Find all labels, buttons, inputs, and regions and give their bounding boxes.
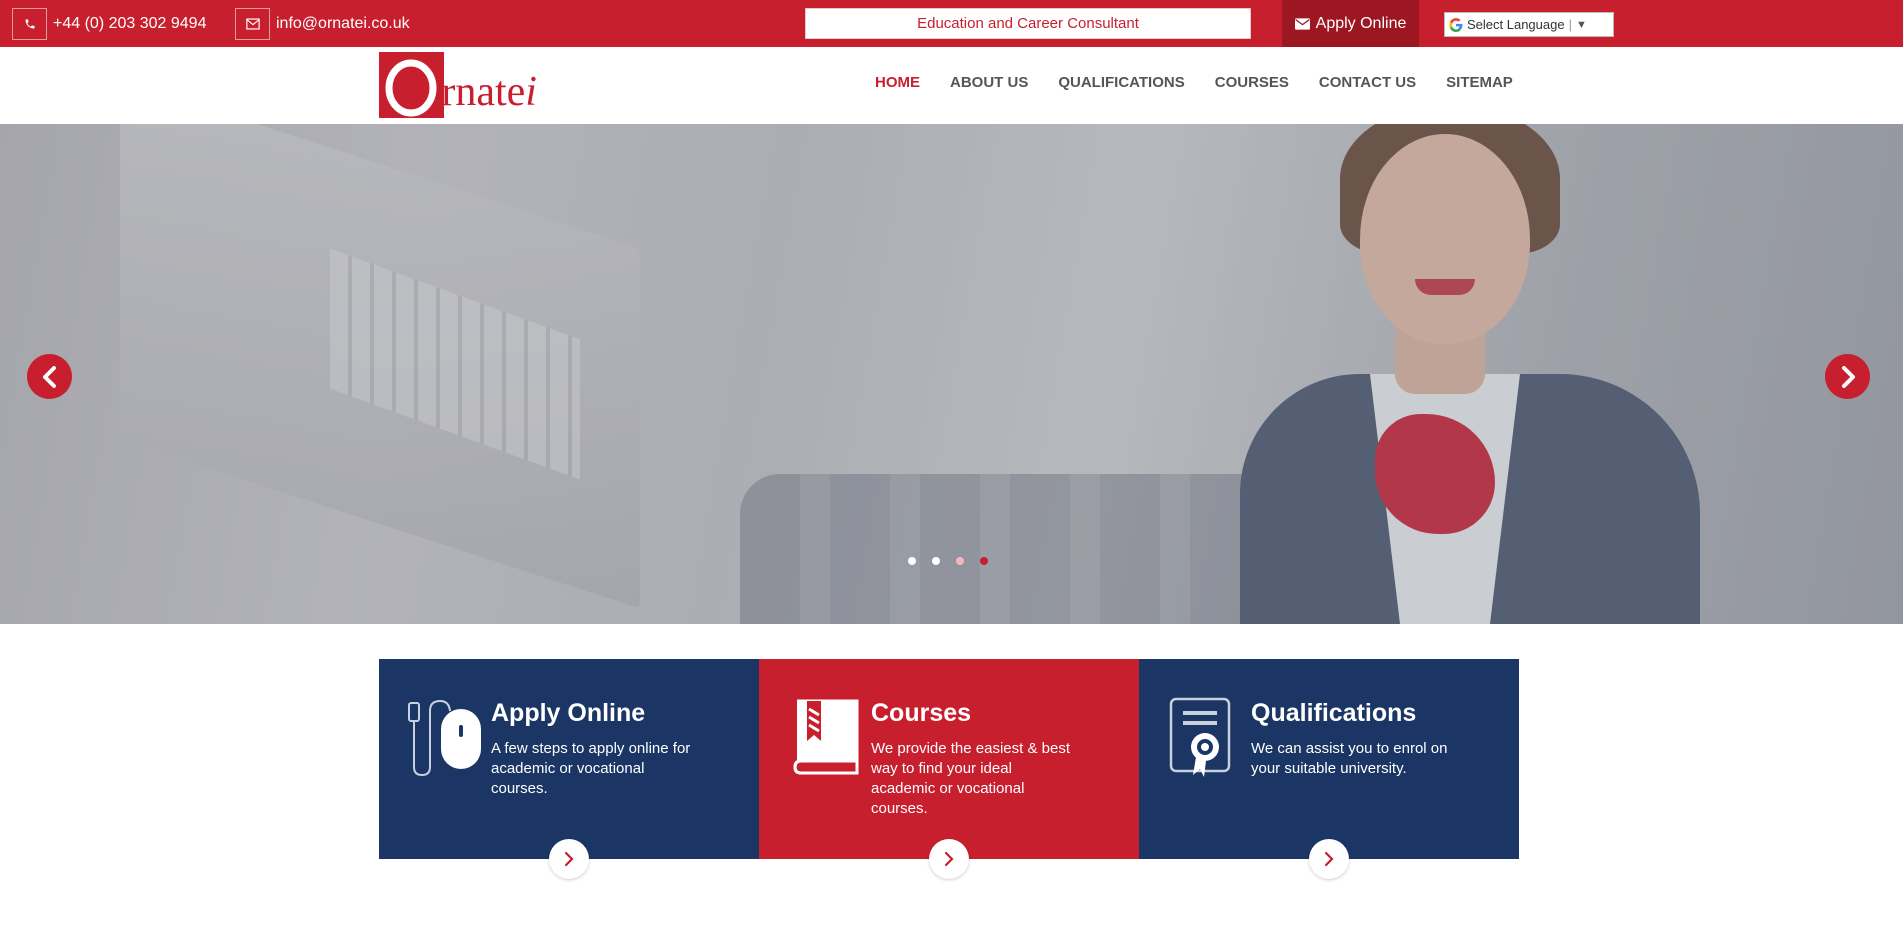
divider: | (1568, 17, 1572, 32)
phone-icon (12, 8, 47, 40)
feature-more-button[interactable] (929, 839, 969, 879)
feature-qualifications: Qualifications We can assist you to enro… (1139, 659, 1519, 879)
envelope-icon (235, 8, 270, 40)
feature-description: A few steps to apply online for academic… (491, 740, 691, 797)
phone-contact[interactable]: +44 (0) 203 302 9494 (12, 8, 206, 40)
feature-title: Courses (871, 699, 972, 727)
feature-courses: Courses We provide the easiest & best wa… (759, 659, 1139, 879)
apply-online-button[interactable]: Apply Online (1282, 0, 1419, 47)
google-icon (1449, 17, 1463, 32)
envelope-icon (1294, 17, 1310, 30)
nav-item-home[interactable]: HOME (875, 74, 920, 91)
main-nav: HOME ABOUT US QUALIFICATIONS COURSES CON… (875, 74, 1513, 91)
slider-dots (908, 557, 988, 565)
feature-title: Qualifications (1251, 699, 1417, 727)
slider-dot[interactable] (932, 557, 940, 565)
slider-next-button[interactable] (1825, 354, 1870, 399)
slider-dot-active[interactable] (980, 557, 988, 565)
email-address: info@ornatei.co.uk (276, 15, 410, 32)
top-bar: +44 (0) 203 302 9494 info@ornatei.co.uk … (0, 0, 1903, 47)
feature-title: Apply Online (491, 699, 646, 727)
nav-item-about-us[interactable]: ABOUT US (950, 74, 1028, 91)
chevron-right-icon (564, 851, 574, 867)
brand-name: Ornatei (441, 69, 537, 115)
nav-item-sitemap[interactable]: SITEMAP (1446, 74, 1513, 91)
caret-down-icon: ▼ (1575, 18, 1587, 31)
feature-more-button[interactable] (1309, 839, 1349, 879)
feature-apply-online: Apply Online A few steps to apply online… (379, 659, 759, 879)
logo[interactable]: Ornatei (379, 52, 544, 118)
chevron-right-icon (944, 851, 954, 867)
hero-overlay (0, 124, 1903, 624)
certificate-icon (1169, 697, 1231, 777)
hero-slider (0, 124, 1903, 624)
apply-online-label: Apply Online (1315, 14, 1407, 32)
phone-number: +44 (0) 203 302 9494 (53, 15, 207, 32)
language-label: Select Language (1467, 17, 1565, 32)
feature-description: We can assist you to enrol on your suita… (1251, 740, 1448, 777)
nav-item-courses[interactable]: COURSES (1215, 74, 1289, 91)
slider-dot[interactable] (956, 557, 964, 565)
language-select[interactable]: Select Language | ▼ (1444, 12, 1614, 37)
nav-item-contact-us[interactable]: CONTACT US (1319, 74, 1416, 91)
mouse-icon (408, 699, 481, 777)
feature-description: We provide the easiest & best way to fin… (871, 740, 1070, 817)
slider-dot[interactable] (908, 557, 916, 565)
chevron-right-icon (1324, 851, 1334, 867)
book-icon (793, 699, 859, 775)
chevron-right-icon (1841, 365, 1855, 388)
tagline: Education and Career Consultant (805, 8, 1251, 39)
chevron-left-icon (42, 365, 56, 388)
email-contact[interactable]: info@ornatei.co.uk (235, 8, 410, 40)
feature-more-button[interactable] (549, 839, 589, 879)
slider-prev-button[interactable] (27, 354, 72, 399)
nav-item-qualifications[interactable]: QUALIFICATIONS (1058, 74, 1184, 91)
